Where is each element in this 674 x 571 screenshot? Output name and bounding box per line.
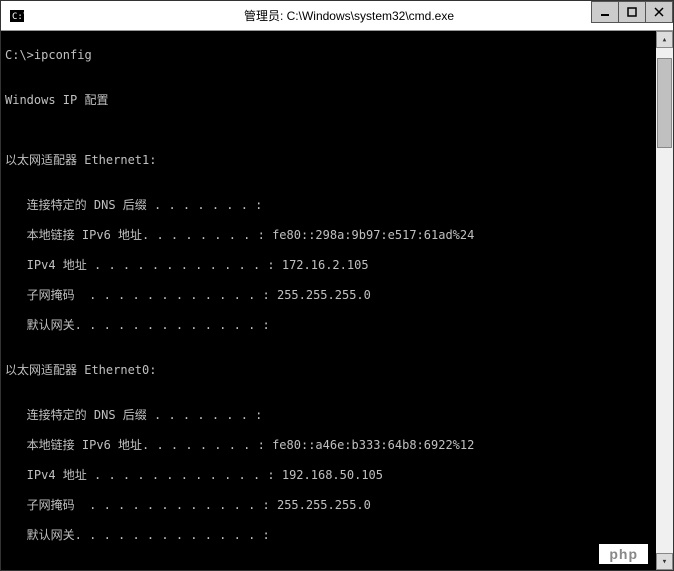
watermark-badge: php	[599, 544, 648, 564]
default-gateway: 默认网关. . . . . . . . . . . . . :	[5, 318, 669, 333]
scroll-down-button[interactable]: ▾	[656, 553, 673, 570]
subnet-mask: 子网掩码 . . . . . . . . . . . . : 255.255.2…	[5, 498, 669, 513]
dns-suffix: 连接特定的 DNS 后缀 . . . . . . . :	[5, 408, 669, 423]
close-button[interactable]	[645, 1, 673, 23]
vertical-scrollbar[interactable]: ▴ ▾	[656, 31, 673, 570]
chevron-down-icon: ▾	[662, 557, 667, 567]
adapter-name: 以太网适配器 Ethernet0:	[5, 363, 669, 378]
scrollbar-track[interactable]	[656, 48, 673, 553]
terminal-output[interactable]: C:\>ipconfig Windows IP 配置 以太网适配器 Ethern…	[1, 31, 673, 570]
scrollbar-thumb[interactable]	[657, 58, 672, 148]
svg-text:C:\: C:\	[12, 12, 24, 22]
subnet-mask: 子网掩码 . . . . . . . . . . . . : 255.255.2…	[5, 288, 669, 303]
prompt-line: C:\>ipconfig	[5, 48, 669, 63]
maximize-button[interactable]	[618, 1, 646, 23]
cmd-window: C:\ 管理员: C:\Windows\system32\cmd.exe C:\…	[0, 0, 674, 571]
ipv6-address: 本地链接 IPv6 地址. . . . . . . . : fe80::298a…	[5, 228, 669, 243]
window-title: 管理员: C:\Windows\system32\cmd.exe	[25, 7, 673, 24]
app-icon: C:\	[9, 8, 25, 24]
chevron-up-icon: ▴	[662, 35, 667, 45]
dns-suffix: 连接特定的 DNS 后缀 . . . . . . . :	[5, 198, 669, 213]
ipv6-address: 本地链接 IPv6 地址. . . . . . . . : fe80::a46e…	[5, 438, 669, 453]
titlebar[interactable]: C:\ 管理员: C:\Windows\system32\cmd.exe	[1, 1, 673, 31]
scroll-up-button[interactable]: ▴	[656, 31, 673, 48]
minimize-button[interactable]	[591, 1, 619, 23]
ipconfig-header: Windows IP 配置	[5, 93, 669, 108]
adapter-name: 以太网适配器 Ethernet1:	[5, 153, 669, 168]
ipv4-address: IPv4 地址 . . . . . . . . . . . . : 192.16…	[5, 468, 669, 483]
ipv4-address: IPv4 地址 . . . . . . . . . . . . : 172.16…	[5, 258, 669, 273]
default-gateway: 默认网关. . . . . . . . . . . . . :	[5, 528, 669, 543]
window-controls	[592, 1, 673, 25]
